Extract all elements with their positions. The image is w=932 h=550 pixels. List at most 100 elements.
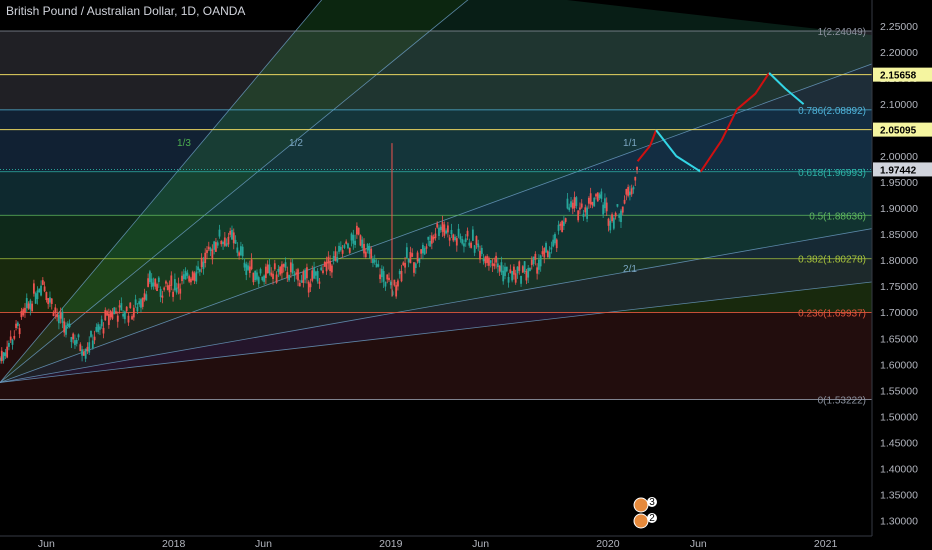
candle-body [161,295,164,298]
candle-body [252,272,255,283]
price-axis[interactable]: 2.250002.200002.150002.100002.050002.000… [871,0,932,550]
candle-body [256,272,258,280]
candle-body [88,342,91,353]
candle-body [25,298,28,309]
fib-label: 0.5(1.88636) [809,211,866,222]
candle-body [634,176,637,181]
time-tick-label: 2019 [379,538,403,550]
candle-body [541,251,544,255]
candle-body [422,244,424,254]
candle-body [616,204,619,207]
candle-body [411,253,414,257]
candle-body [277,268,280,272]
candle-body [91,340,94,349]
candle-body [557,224,560,231]
candle-body [309,283,312,288]
candle-body [562,221,565,226]
candle-body [505,266,508,272]
candle-body [61,311,64,323]
fib-label: 0.236(1.69937) [798,309,866,320]
candle-body [420,249,423,254]
price-tick-label: 1.30000 [880,515,918,527]
candle-body [466,230,469,237]
price-chart[interactable]: 1/3 1/2 1/12/1 1(2.24049)0.786(2.08892)0.6… [0,0,932,550]
candle-body [555,239,558,249]
candle-body [550,247,553,250]
candle-body [314,271,317,276]
candle-body [623,199,626,204]
candle-body [448,237,451,241]
candle-body [409,252,412,264]
candle-body [166,285,169,290]
candle-body [22,309,25,316]
candle-body [404,262,406,268]
candle-body [348,247,351,253]
candle-body [232,232,235,244]
time-axis-bg [0,536,872,550]
candle-body [45,292,48,301]
candle-body [446,225,449,233]
event-markers[interactable]: 32 [633,497,657,529]
candle-body [157,277,160,282]
candle-body [621,206,624,213]
candle-body [361,239,364,248]
price-tick-label: 1.75000 [880,281,918,293]
candle-body [341,250,344,254]
candle-body [115,311,117,314]
candle-body [289,262,292,273]
candle-body [591,202,594,206]
candle-body [288,274,290,281]
time-axis[interactable]: Jun 2018 Jun 2019 Jun 2020 Jun 2021 [0,535,872,550]
candle-body [97,324,100,333]
candle-body [582,213,585,218]
candle-body [195,271,198,282]
candle-body [124,311,126,320]
candle-body [339,246,342,251]
candle-body [518,261,521,271]
candle-body [331,265,333,273]
candle-body [63,321,66,333]
candle-body [279,266,282,275]
candle-body [40,285,42,296]
fan-label: 1/1 [623,138,637,149]
candle-body [429,240,431,247]
candle-body [57,314,60,324]
chart-title: British Pound / Australian Dollar, 1D, O… [6,4,246,18]
time-tick-label: 2020 [596,538,620,550]
event-flag-icon [633,497,649,513]
candle-body [8,343,10,347]
candle-body [181,275,183,282]
fib-label: 0.786(2.08892) [798,106,866,117]
candle-body [320,267,323,271]
candle-body [297,269,299,281]
candle-body [359,235,362,246]
candle-body [0,357,1,361]
candle-body [632,187,635,190]
candle-body [111,311,114,319]
candle-body [575,197,578,206]
candle-body [33,283,35,294]
candle-body [334,251,337,261]
fib-label: 0.382(1.80278) [798,255,866,266]
candle-body [206,250,208,254]
candle-body [264,266,267,278]
candle-body [122,313,125,317]
event-count-label: 2 [649,513,655,524]
candle-body [220,241,223,245]
time-tick-label: 2018 [162,538,186,550]
candle-body [156,284,158,292]
candle-body [261,276,264,281]
candle-body [306,267,308,279]
candle-body [79,344,82,352]
candle-body [425,246,428,249]
price-tick-label: 1.95000 [880,177,918,189]
price-tick-label: 1.85000 [880,229,918,241]
candle-body [418,258,421,264]
candle-body [238,252,241,256]
candle-body [529,267,531,271]
candle-body [222,241,224,245]
candle-body [188,276,191,282]
candle-body [240,246,242,256]
candle-body [427,236,430,240]
candle-body [106,311,108,316]
